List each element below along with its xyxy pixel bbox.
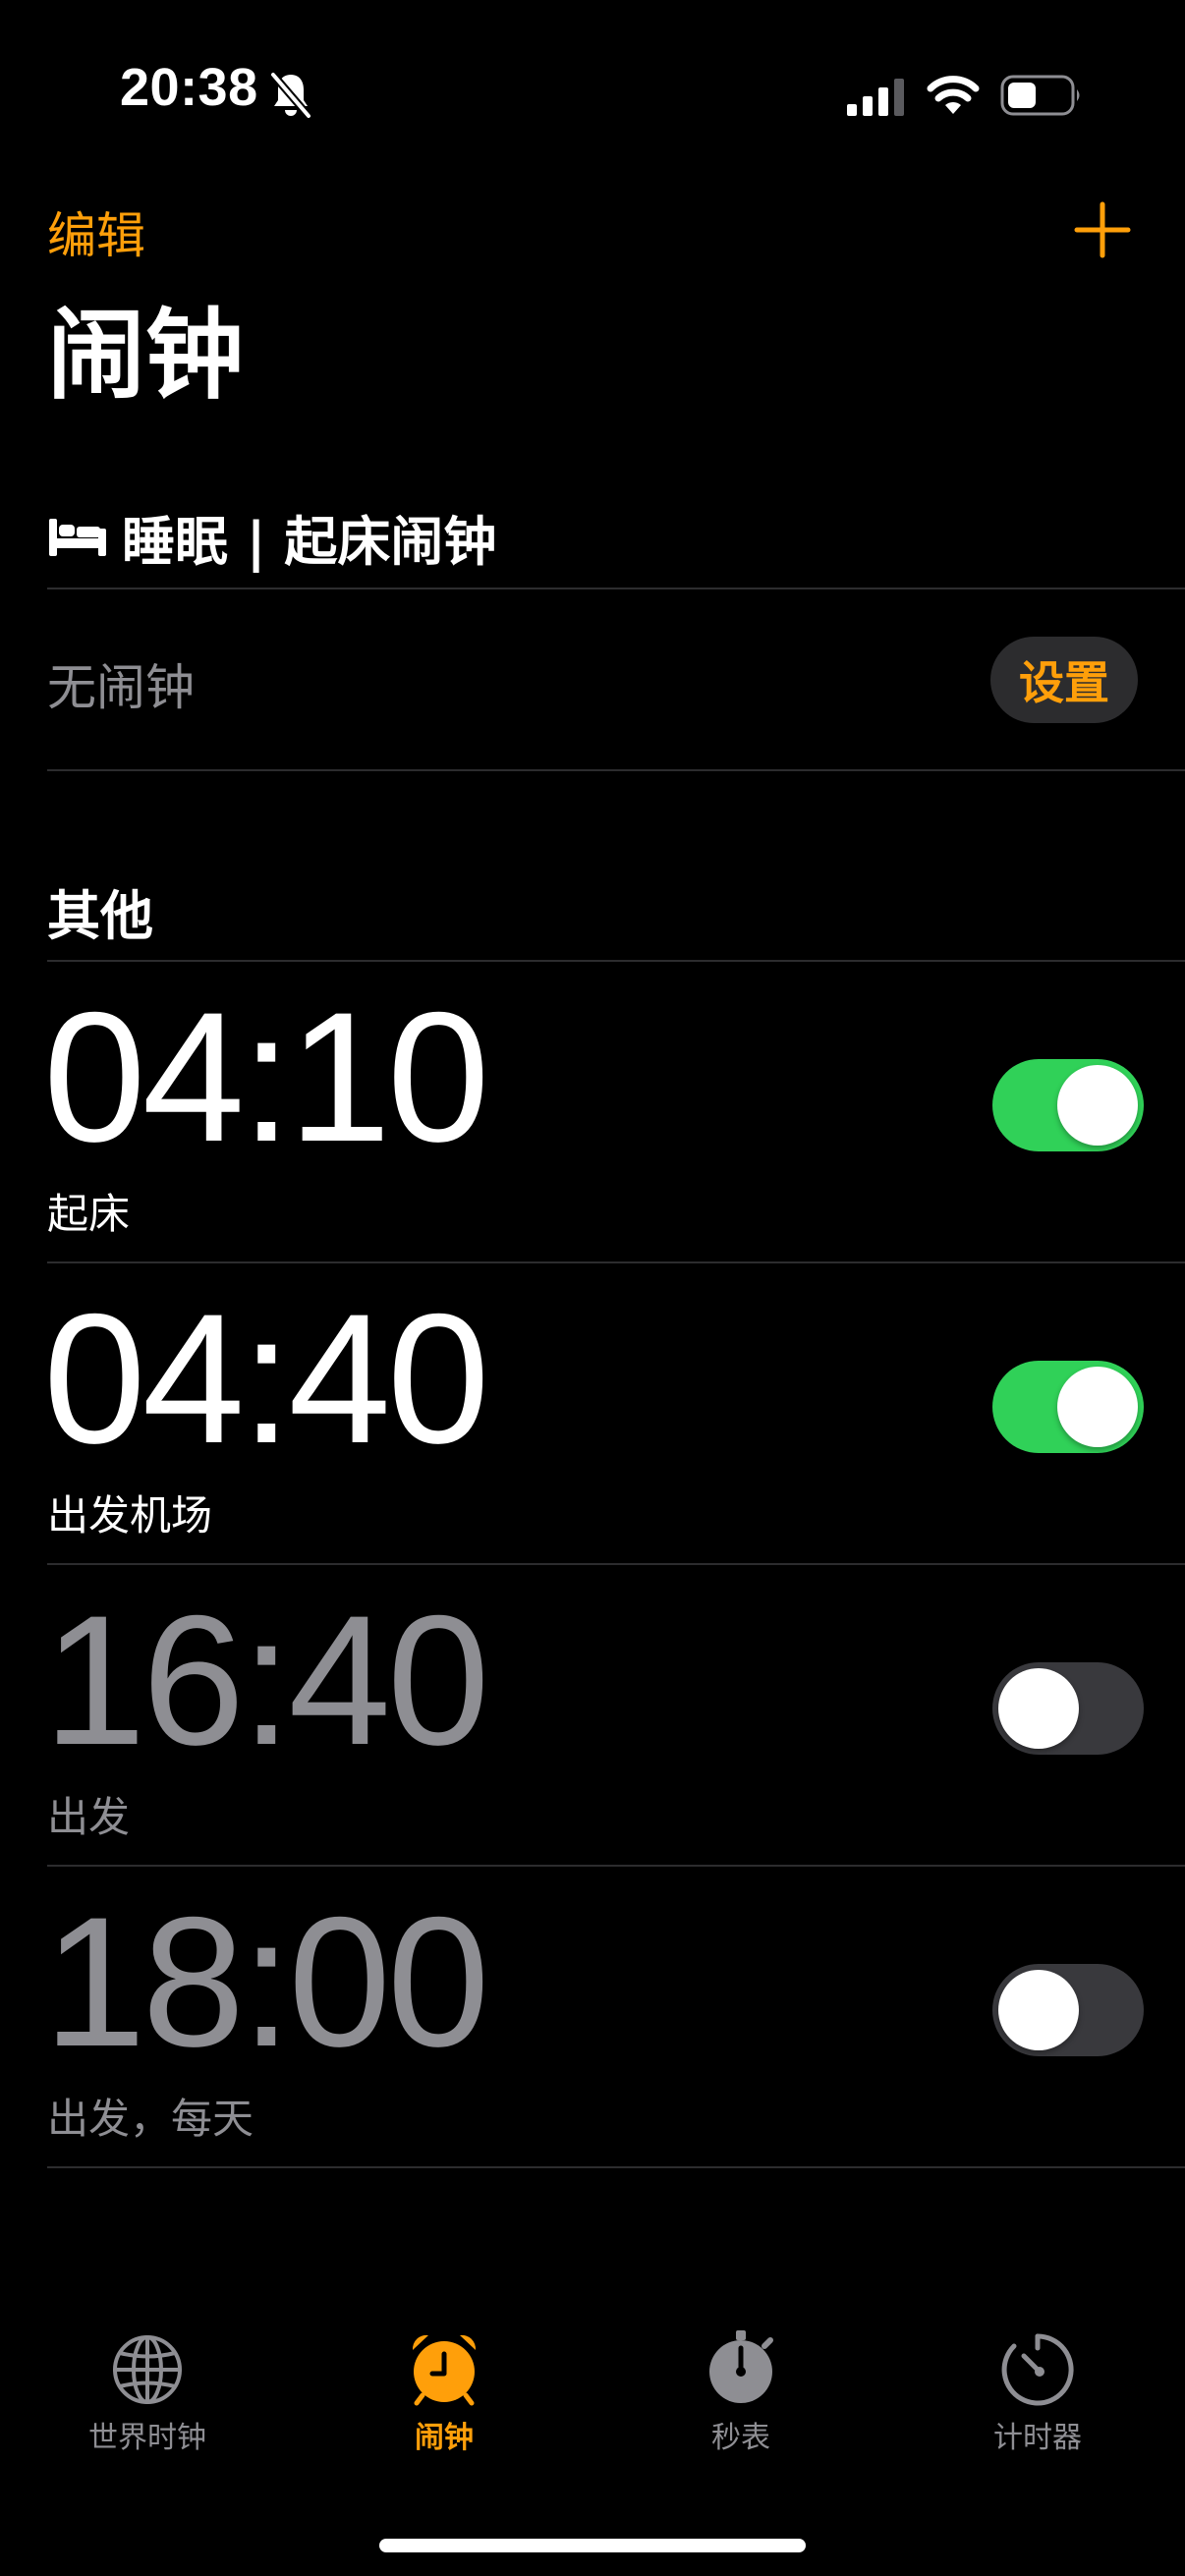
page-title: 闹钟 [47,298,244,413]
tab-timer[interactable]: 计时器 [920,2328,1156,2476]
alarm-label: 出发 [47,1793,131,1841]
status-bar: 20:38 [0,0,1185,187]
battery-icon [1000,75,1080,116]
tab-alarm[interactable]: 闹钟 [326,2328,562,2476]
alarm-row[interactable]: 16:40 出发 [43,1576,1185,1877]
toggle-knob [998,1970,1079,2050]
alarm-label: 出发机场 [47,1491,213,1540]
tab-label: 秒表 [711,2421,770,2455]
alarm-label: 起床 [47,1190,131,1238]
alarm-toggle[interactable] [992,1964,1144,2056]
cellular-signal-icon [847,79,904,116]
alarm-time: 04:10 [43,974,489,1180]
tab-label: 计时器 [993,2421,1082,2455]
stopwatch-icon [709,2330,773,2403]
sleep-section-header: 睡眠 | 起床闹钟 [47,501,496,573]
home-indicator[interactable] [379,2539,806,2552]
divider [47,1563,1185,1565]
alarm-time: 18:00 [43,1878,489,2085]
alarm-time: 04:40 [43,1275,489,1482]
tab-bar: 世界时钟 闹钟 秒表 计时器 [0,2328,1185,2486]
alarm-clock-icon [412,2334,477,2406]
timer-icon [1001,2333,1074,2406]
status-time: 20:38 [120,58,258,117]
bed-icon [49,519,106,556]
divider [47,588,1185,589]
toggle-knob [1057,1367,1138,1447]
alarm-time: 16:40 [43,1577,489,1783]
alarm-toggle[interactable] [992,1059,1144,1151]
add-icon[interactable] [1073,200,1132,259]
divider [47,960,1185,962]
sleep-section-title: 睡眠 | 起床闹钟 [122,510,497,573]
wifi-icon [927,76,980,114]
divider [47,1261,1185,1263]
edit-button[interactable]: 编辑 [47,196,145,267]
divider [47,2166,1185,2168]
tab-label: 闹钟 [415,2421,474,2455]
toggle-knob [1057,1065,1138,1146]
others-section-title: 其他 [47,885,153,947]
alarm-row[interactable]: 04:10 起床 [43,973,1185,1274]
bell-slash-icon [269,72,312,119]
alarm-row[interactable]: 18:00 出发，每天 [43,1877,1185,2179]
divider [47,769,1185,771]
alarm-label: 出发，每天 [47,2095,254,2143]
divider [47,1865,1185,1867]
globe-icon [113,2335,182,2404]
tab-world-clock[interactable]: 世界时钟 [29,2328,265,2476]
no-alarm-text: 无闹钟 [47,659,195,716]
tab-stopwatch[interactable]: 秒表 [623,2328,859,2476]
tab-label: 世界时钟 [88,2421,206,2455]
alarm-row[interactable]: 04:40 出发机场 [43,1274,1185,1576]
toggle-knob [998,1668,1079,1749]
alarm-toggle[interactable] [992,1361,1144,1453]
alarm-toggle[interactable] [992,1662,1144,1755]
setup-button[interactable]: 设置 [990,637,1138,723]
